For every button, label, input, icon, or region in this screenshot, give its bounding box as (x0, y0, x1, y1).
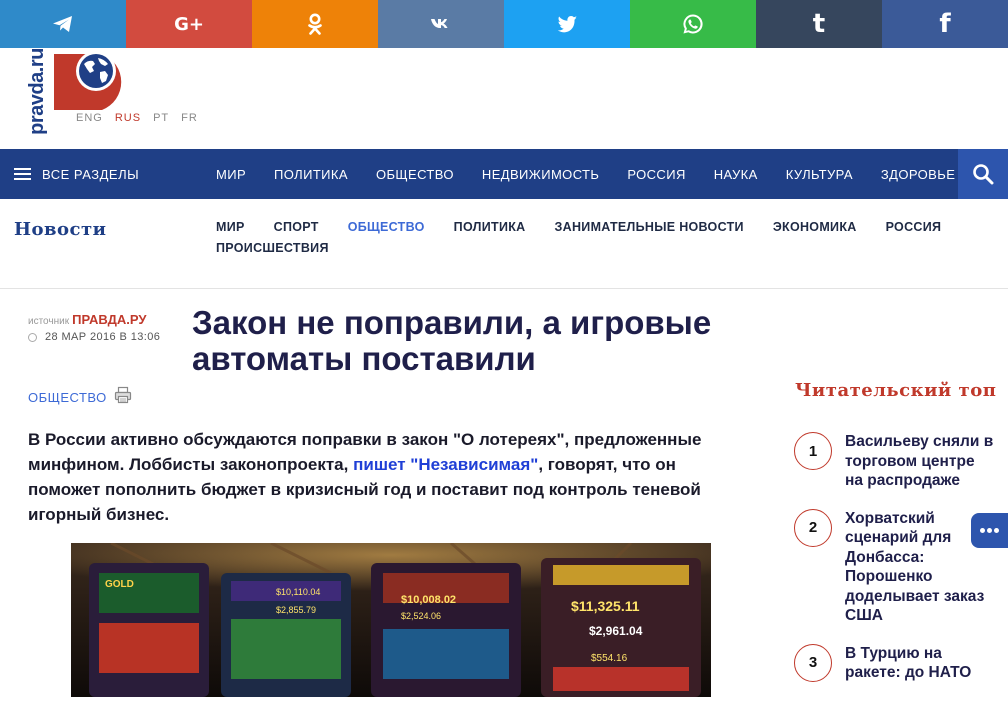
menu-icon (14, 168, 31, 180)
whatsapp-icon (683, 14, 703, 34)
reader-top-item[interactable]: 3 В Турцию на ракете: до НАТО (794, 643, 994, 683)
google-plus-icon: G+ (174, 13, 204, 35)
svg-text:$554.16: $554.16 (591, 653, 628, 664)
clock-icon (28, 332, 37, 342)
header-divider (0, 288, 1008, 289)
source-link[interactable]: ПРАВДА.РУ (72, 312, 146, 327)
share-facebook-button[interactable]: f (882, 0, 1008, 48)
source-label: источник (28, 316, 70, 327)
svg-text:$10,008.02: $10,008.02 (401, 594, 456, 606)
share-telegram-button[interactable] (0, 0, 126, 48)
rank-badge: 1 (794, 432, 832, 470)
reader-top-headline[interactable]: В Турцию на ракете: до НАТО (845, 644, 994, 683)
logo-globe-icon (54, 51, 122, 110)
article-lead: В России активно обсуждаются поправки в … (28, 427, 748, 527)
nezavisimaya-link[interactable]: пишет "Независимая" (353, 455, 538, 474)
subnav-society[interactable]: ОБЩЕСТВО (348, 220, 425, 234)
svg-text:$2,524.06: $2,524.06 (401, 611, 441, 621)
nav-item-health[interactable]: ЗДОРОВЬЕ (881, 167, 955, 182)
lang-pt-link[interactable]: PT (153, 112, 169, 124)
main-nav: ВСЕ РАЗДЕЛЫ МИР ПОЛИТИКА ОБЩЕСТВО НЕДВИЖ… (0, 149, 1008, 199)
nav-item-culture[interactable]: КУЛЬТУРА (786, 167, 853, 182)
article-meta: источник ПРАВДА.РУ 28 МАР 2016 В 13:06 (28, 312, 160, 343)
nav-item-science[interactable]: НАУКА (714, 167, 758, 182)
slot-machines-illustration: GOLD $10,110.04 $2,855.79 $10,008.02 $2,… (71, 543, 711, 697)
news-section-title: Новости (14, 219, 107, 240)
dot-icon (980, 528, 985, 533)
svg-text:$2,961.04: $2,961.04 (589, 624, 643, 638)
svg-text:$11,325.11: $11,325.11 (571, 598, 640, 614)
telegram-icon (53, 16, 72, 32)
news-subnav: МИР СПОРТ ОБЩЕСТВО ПОЛИТИКА ЗАНИМАТЕЛЬНЫ… (216, 220, 976, 255)
subnav-world[interactable]: МИР (216, 220, 245, 234)
all-sections-button[interactable]: ВСЕ РАЗДЕЛЫ (0, 167, 216, 182)
subnav-russia[interactable]: РОССИЯ (886, 220, 942, 234)
logo-text: pravda.ru (25, 48, 48, 135)
more-options-button[interactable] (971, 513, 1008, 548)
article-headline: Закон не поправили, а игровые автоматы п… (192, 304, 712, 377)
rank-badge: 3 (794, 643, 832, 682)
article-category-link[interactable]: ОБЩЕСТВО (28, 390, 107, 405)
tumblr-icon: t (812, 9, 826, 39)
lang-rus-link[interactable]: RUS (115, 112, 141, 124)
search-icon (973, 164, 994, 185)
nav-item-russia[interactable]: РОССИЯ (627, 167, 685, 182)
odnoklassniki-icon (308, 13, 322, 35)
share-whatsapp-button[interactable] (630, 0, 756, 48)
share-bar: G+ t f (0, 0, 1008, 48)
nav-item-realty[interactable]: НЕДВИЖИМОСТЬ (482, 167, 599, 182)
facebook-icon: f (939, 9, 951, 39)
svg-text:$10,110.04: $10,110.04 (276, 587, 320, 597)
reader-top-title: Читательский топ (795, 380, 997, 401)
reader-top-headline[interactable]: Васильеву сняли в торговом центре на рас… (845, 432, 994, 491)
nav-item-politics[interactable]: ПОЛИТИКА (274, 167, 348, 182)
main-nav-items: МИР ПОЛИТИКА ОБЩЕСТВО НЕДВИЖИМОСТЬ РОССИ… (216, 167, 983, 182)
share-vk-button[interactable] (378, 0, 504, 48)
language-switcher: ENG RUS PT FR (76, 112, 198, 124)
article-date: 28 МАР 2016 В 13:06 (45, 331, 161, 343)
print-icon[interactable] (114, 386, 132, 404)
all-sections-label: ВСЕ РАЗДЕЛЫ (42, 166, 140, 182)
vk-icon (431, 19, 448, 28)
subnav-economy[interactable]: ЭКОНОМИКА (773, 220, 857, 234)
svg-text:GOLD: GOLD (105, 579, 134, 590)
nav-item-world[interactable]: МИР (216, 167, 246, 182)
share-tumblr-button[interactable]: t (756, 0, 882, 48)
nav-item-society[interactable]: ОБЩЕСТВО (376, 167, 454, 182)
subnav-entertaining[interactable]: ЗАНИМАТЕЛЬНЫЕ НОВОСТИ (555, 220, 744, 234)
search-button[interactable] (958, 149, 1008, 199)
subnav-sport[interactable]: СПОРТ (274, 220, 319, 234)
twitter-icon (557, 16, 577, 33)
subnav-incidents[interactable]: ПРОИСШЕСТВИЯ (216, 241, 329, 255)
rank-badge: 2 (794, 508, 832, 547)
reader-top-item[interactable]: 1 Васильеву сняли в торговом центре на р… (794, 432, 994, 491)
subnav-politics[interactable]: ПОЛИТИКА (454, 220, 526, 234)
lang-eng-link[interactable]: ENG (76, 112, 103, 124)
share-google-plus-button[interactable]: G+ (126, 0, 252, 48)
lang-fr-link[interactable]: FR (181, 112, 198, 124)
share-twitter-button[interactable] (504, 0, 630, 48)
dot-icon (994, 528, 999, 533)
article-image: GOLD $10,110.04 $2,855.79 $10,008.02 $2,… (71, 543, 711, 697)
dot-icon (987, 528, 992, 533)
share-odnoklassniki-button[interactable] (252, 0, 378, 48)
reader-top-list: 1 Васильеву сняли в торговом центре на р… (794, 432, 994, 701)
svg-text:$2,855.79: $2,855.79 (276, 605, 316, 615)
reader-top-item[interactable]: 2 Хорватский сценарий для Донбасса: Поро… (794, 508, 994, 626)
